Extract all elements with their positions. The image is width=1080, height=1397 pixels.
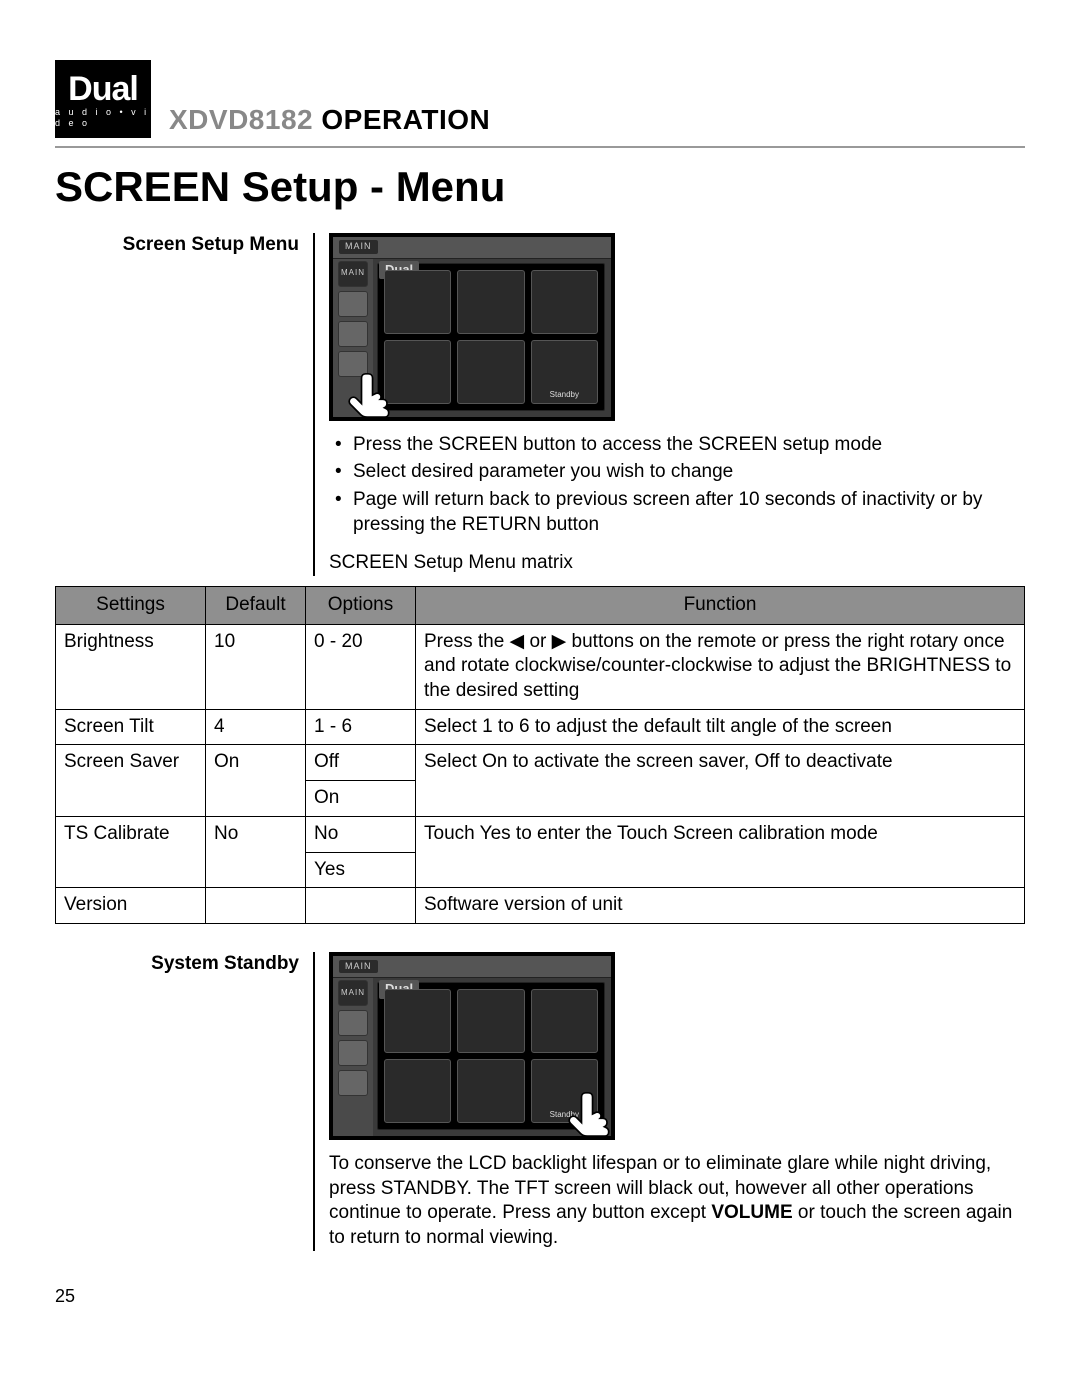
bullet-item: Press the SCREEN button to access the SC… — [329, 433, 1025, 458]
th-options: Options — [306, 587, 416, 625]
shot2-side-btn — [338, 1040, 368, 1066]
table-row: TS Calibrate No No Touch Yes to enter th… — [56, 816, 1025, 852]
th-default: Default — [206, 587, 306, 625]
td-setting: Brightness — [56, 624, 206, 709]
operation-word: OPERATION — [321, 104, 490, 135]
section1-label: Screen Setup Menu — [55, 233, 299, 258]
td-setting: Screen Saver — [56, 745, 206, 816]
th-settings: Settings — [56, 587, 206, 625]
bullet-item: Select desired parameter you wish to cha… — [329, 460, 1025, 485]
table-row: Brightness 10 0 - 20 Press the ◀ or ▶ bu… — [56, 624, 1025, 709]
td-options — [306, 888, 416, 924]
header-divider — [55, 146, 1025, 148]
td-options: 1 - 6 — [306, 709, 416, 745]
td-default: On — [206, 745, 306, 816]
shot1-side-btn — [338, 321, 368, 347]
header-title: XDVD8182 OPERATION — [169, 102, 490, 138]
shot2-grid-cell — [457, 1059, 524, 1123]
shot2-grid-cell-standby — [531, 1059, 598, 1123]
shot1-grid-cell — [457, 340, 524, 404]
shot1-side-btn — [338, 351, 368, 377]
td-default: No — [206, 816, 306, 887]
volume-bold: VOLUME — [711, 1202, 792, 1223]
logo-sub-text: a u d i o • v i d e o — [55, 107, 151, 130]
shot2-grid-cell — [384, 1059, 451, 1123]
table-row: Screen Tilt 4 1 - 6 Select 1 to 6 to adj… — [56, 709, 1025, 745]
td-default: 4 — [206, 709, 306, 745]
td-default: 10 — [206, 624, 306, 709]
section2-label: System Standby — [55, 952, 299, 977]
section-system-standby: System Standby MAIN Dual MAIN — [55, 952, 1025, 1251]
table-row: Version Software version of unit — [56, 888, 1025, 924]
standby-paragraph: To conserve the LCD backlight lifespan o… — [329, 1152, 1025, 1251]
th-function: Function — [416, 587, 1025, 625]
shot1-grid-cell — [457, 270, 524, 334]
matrix-intro: SCREEN Setup Menu matrix — [329, 551, 1025, 576]
section1-bullets: Press the SCREEN button to access the SC… — [329, 433, 1025, 538]
settings-matrix-table: Settings Default Options Function Bright… — [55, 586, 1025, 924]
shot1-top-tag: MAIN — [339, 240, 378, 254]
dual-logo: Dual a u d i o • v i d e o — [55, 60, 151, 138]
td-options: On — [306, 781, 416, 817]
shot1-side-btn — [338, 291, 368, 317]
page-heading: SCREEN Setup - Menu — [55, 160, 1025, 215]
td-function: Software version of unit — [416, 888, 1025, 924]
shot1-grid-cell-standby — [531, 340, 598, 404]
td-function: Touch Yes to enter the Touch Screen cali… — [416, 816, 1025, 887]
td-options: Off — [306, 745, 416, 781]
right-arrow-icon: ▶ — [552, 631, 567, 652]
page-header: Dual a u d i o • v i d e o XDVD8182 OPER… — [55, 60, 1025, 138]
screenshot-2: MAIN Dual MAIN — [329, 952, 615, 1140]
td-default — [206, 888, 306, 924]
shot2-top-tag: MAIN — [339, 960, 378, 974]
shot2-grid-cell — [384, 989, 451, 1053]
shot1-grid-cell — [384, 340, 451, 404]
page-number: 25 — [55, 1285, 1025, 1308]
screenshot-1: MAIN Dual MAIN — [329, 233, 615, 421]
bullet-item: Page will return back to previous screen… — [329, 488, 1025, 537]
logo-main-text: Dual — [68, 74, 138, 105]
td-options: No — [306, 816, 416, 852]
td-function: Select 1 to 6 to adjust the default tilt… — [416, 709, 1025, 745]
shot2-grid-cell — [531, 989, 598, 1053]
td-setting: TS Calibrate — [56, 816, 206, 887]
shot1-side-main: MAIN — [338, 261, 368, 287]
td-setting: Screen Tilt — [56, 709, 206, 745]
shot1-grid-cell — [531, 270, 598, 334]
td-options: 0 - 20 — [306, 624, 416, 709]
model-number: XDVD8182 — [169, 104, 313, 135]
td-options: Yes — [306, 852, 416, 888]
td-function: Press the ◀ or ▶ buttons on the remote o… — [416, 624, 1025, 709]
shot1-grid-cell — [384, 270, 451, 334]
left-arrow-icon: ◀ — [510, 631, 525, 652]
section-screen-setup-menu: Screen Setup Menu MAIN Dual MAIN — [55, 233, 1025, 576]
td-setting: Version — [56, 888, 206, 924]
td-function: Select On to activate the screen saver, … — [416, 745, 1025, 816]
shot2-side-btn — [338, 1010, 368, 1036]
shot2-side-main: MAIN — [338, 980, 368, 1006]
table-row: Screen Saver On Off Select On to activat… — [56, 745, 1025, 781]
shot2-side-btn — [338, 1070, 368, 1096]
shot2-grid-cell — [457, 989, 524, 1053]
